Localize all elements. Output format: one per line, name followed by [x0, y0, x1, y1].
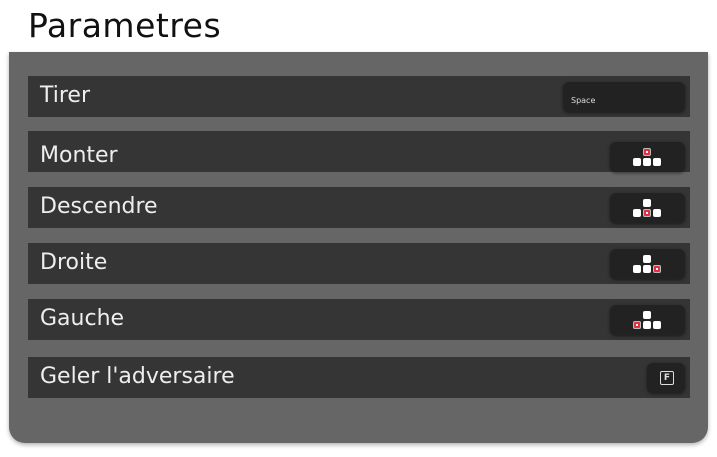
action-label: Droite: [40, 250, 108, 275]
action-label: Gauche: [40, 306, 125, 331]
key-button-f[interactable]: F: [647, 363, 685, 393]
action-label: Descendre: [40, 194, 158, 219]
arrow-key-right-icon: [653, 321, 661, 329]
key-button-left[interactable]: [610, 305, 685, 335]
binding-row-descendre[interactable]: Descendre: [28, 187, 690, 228]
arrow-key-up-icon: [643, 148, 651, 156]
arrow-key-right-icon: [653, 158, 661, 166]
page-title: Parametres: [28, 6, 222, 45]
settings-panel: Tirer Space Monter Descendre Droite Gauc…: [9, 52, 708, 443]
key-label: Space: [571, 96, 596, 105]
key-button-down[interactable]: [610, 193, 685, 223]
arrow-key-down-icon: [643, 265, 651, 273]
arrow-key-right-icon: [653, 209, 661, 217]
arrow-key-down-icon: [643, 158, 651, 166]
binding-row-monter[interactable]: Monter: [28, 131, 690, 172]
arrow-key-left-icon: [633, 265, 641, 273]
key-button-up[interactable]: [610, 142, 685, 172]
arrow-key-left-icon: [633, 209, 641, 217]
arrow-key-up-icon: [643, 255, 651, 263]
binding-row-geler[interactable]: Geler l'adversaire F: [28, 357, 690, 398]
binding-row-gauche[interactable]: Gauche: [28, 299, 690, 340]
action-label: Geler l'adversaire: [40, 364, 235, 389]
key-button-right[interactable]: [610, 249, 685, 279]
key-label: F: [660, 371, 674, 385]
arrow-key-down-icon: [643, 209, 651, 217]
arrow-key-left-icon: [633, 158, 641, 166]
arrow-key-right-icon: [653, 265, 661, 273]
arrow-key-up-icon: [643, 311, 651, 319]
binding-row-tirer[interactable]: Tirer Space: [28, 76, 690, 117]
key-button-space[interactable]: Space: [563, 82, 685, 112]
arrow-key-left-icon: [633, 321, 641, 329]
arrow-key-down-icon: [643, 321, 651, 329]
arrow-key-up-icon: [643, 199, 651, 207]
action-label: Monter: [40, 143, 118, 168]
action-label: Tirer: [40, 83, 91, 108]
binding-row-droite[interactable]: Droite: [28, 243, 690, 284]
